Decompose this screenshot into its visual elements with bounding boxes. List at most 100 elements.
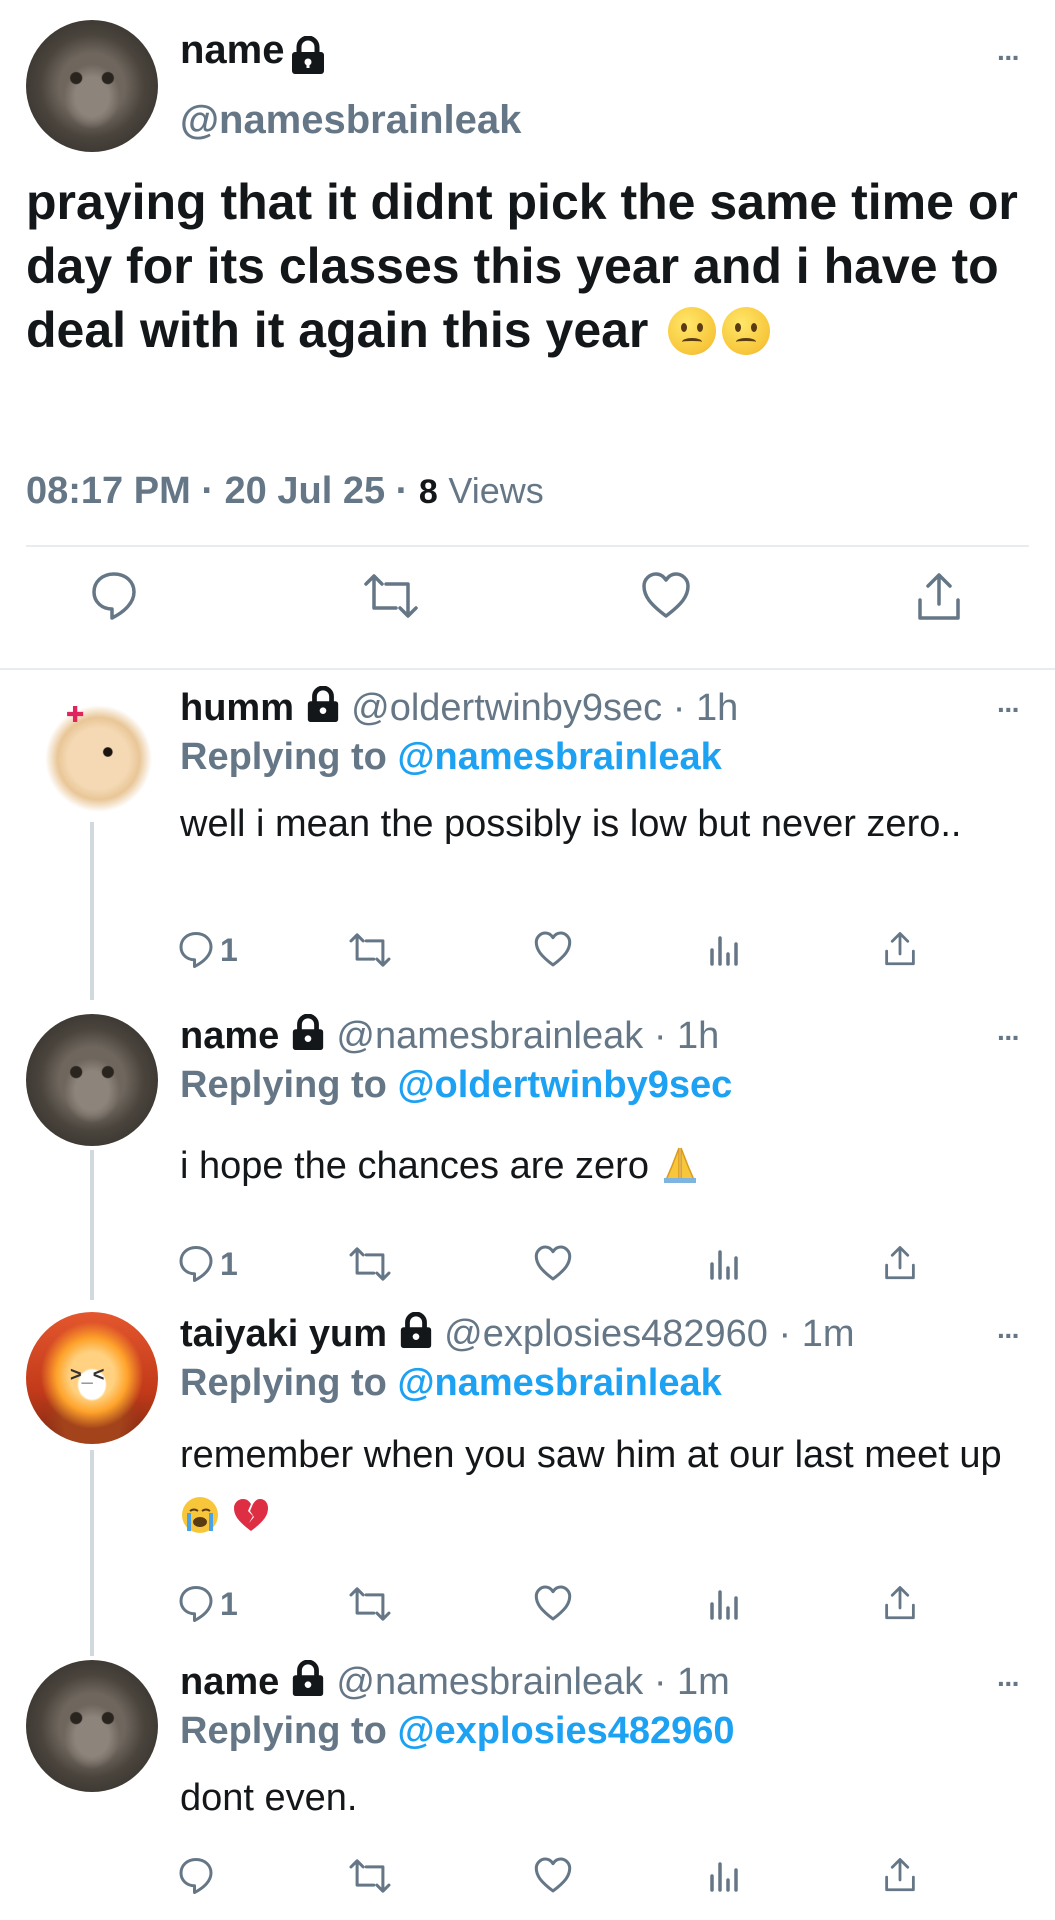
retweet-icon[interactable] [348, 1584, 392, 1624]
reply-author-name[interactable]: taiyaki yum [180, 1313, 387, 1355]
reply-author-handle[interactable]: @oldertwinby9sec [351, 687, 662, 729]
replying-to-handle-link[interactable]: @namesbrainleak [397, 1362, 721, 1404]
loudly-crying-face-emoji-icon [180, 1492, 220, 1533]
reply-icon[interactable] [90, 570, 138, 627]
tweet-time: 08:17 PM [26, 470, 191, 512]
lock-icon [398, 1311, 434, 1360]
reply-icon [179, 932, 213, 968]
reply-age: · 1h [653, 1015, 720, 1058]
cat-avatar[interactable] [26, 1660, 158, 1792]
share-icon[interactable] [883, 1856, 917, 1894]
replying-to-handle-link[interactable]: @oldertwinby9sec [397, 1064, 732, 1106]
share-icon[interactable] [883, 930, 917, 968]
reply-author-handle[interactable]: @explosies482960 [444, 1313, 768, 1355]
reply-button[interactable]: 1 [178, 1244, 238, 1284]
slightly-frowning-face-emoji-icon [668, 307, 717, 355]
cat-avatar[interactable] [26, 1014, 158, 1146]
reply-tweet[interactable]: >_< taiyaki yum @explosies482960 · 1m ··… [0, 1311, 1055, 1632]
more-icon[interactable]: ··· [997, 1022, 1021, 1054]
reply-author-handle[interactable]: @namesbrainleak [336, 1015, 643, 1057]
reply-count: 1 [220, 1585, 238, 1622]
lock-icon [290, 1659, 326, 1708]
reply-tweet[interactable]: name @namesbrainleak · 1h ··· Replying t… [0, 1013, 1055, 1294]
author-avatar[interactable] [26, 20, 158, 152]
reply-tweet[interactable]: name @namesbrainleak · 1m ··· Replying t… [0, 1659, 1055, 1920]
tweet-text: praying that it didnt pick the same time… [26, 170, 1026, 362]
replying-to-label: Replying to [180, 736, 387, 778]
views-icon[interactable] [708, 1856, 740, 1892]
replying-to: Replying to @namesbrainleak [180, 1362, 722, 1405]
reply-actions: 1 [178, 1584, 928, 1632]
retweet-icon[interactable] [362, 570, 420, 627]
slightly-frowning-face-emoji-icon [722, 307, 771, 355]
replying-to-label: Replying to [180, 1362, 387, 1404]
views-icon[interactable] [708, 1584, 740, 1620]
more-icon[interactable]: ··· [997, 694, 1021, 726]
tweet-date: 20 Jul 25 [224, 470, 386, 512]
reply-age: · 1h [672, 687, 739, 730]
reply-author-name[interactable]: name [180, 1015, 279, 1057]
reply-tweet[interactable]: ✚ humm @oldertwinby9sec · 1h ··· Replyin… [0, 685, 1055, 986]
reply-button[interactable]: 1 [178, 930, 238, 970]
reply-text-content: remember when you saw him at our last me… [180, 1434, 1002, 1476]
anger-symbol-icon: ✚ [66, 702, 85, 727]
angry-face-icon: >_< [70, 1364, 105, 1386]
reply-text: well i mean the possibly is low but neve… [180, 803, 962, 845]
replying-to-handle-link[interactable]: @namesbrainleak [397, 736, 721, 778]
retweet-icon[interactable] [348, 1856, 392, 1896]
divider [0, 668, 1055, 670]
reply-button[interactable]: 1 [178, 1584, 238, 1624]
author-handle[interactable]: @namesbrainleak [180, 98, 521, 143]
reply-header: humm @oldertwinby9sec · 1h [180, 685, 739, 734]
reply-button[interactable] [178, 1856, 220, 1896]
reply-count: 1 [220, 1245, 238, 1282]
reply-actions [178, 1856, 928, 1904]
more-icon[interactable]: ··· [997, 42, 1021, 74]
reply-age: · 1m [778, 1313, 855, 1356]
main-tweet: name ··· @namesbrainleak praying that it… [0, 0, 1055, 668]
share-icon[interactable] [883, 1244, 917, 1282]
explosion-avatar[interactable]: >_< [26, 1312, 158, 1444]
heart-icon[interactable] [533, 1584, 573, 1622]
share-icon[interactable] [883, 1584, 917, 1622]
bunny-avatar[interactable]: ✚ [26, 686, 158, 818]
folded-hands-emoji-icon [660, 1144, 700, 1184]
views-label: Views [448, 470, 544, 511]
reply-author-name[interactable]: name [180, 1661, 279, 1703]
reply-actions: 1 [178, 1244, 928, 1292]
views-count: 8 [418, 473, 438, 511]
heart-icon[interactable] [533, 1856, 573, 1894]
author-name-row: name [180, 28, 327, 81]
retweet-icon[interactable] [348, 930, 392, 970]
replying-to: Replying to @explosies482960 [180, 1710, 735, 1753]
heart-icon[interactable] [640, 570, 692, 625]
reply-icon [179, 1246, 213, 1282]
divider [26, 545, 1029, 547]
author-name[interactable]: name [180, 28, 285, 72]
more-icon[interactable]: ··· [997, 1668, 1021, 1700]
lock-icon [289, 35, 327, 81]
views-icon[interactable] [708, 930, 740, 966]
tweet-timestamp: 08:17 PM · 20 Jul 25 · 8 Views [26, 470, 544, 513]
more-icon[interactable]: ··· [997, 1320, 1021, 1352]
heart-icon[interactable] [533, 930, 573, 968]
reply-age: · 1m [653, 1661, 730, 1704]
retweet-icon[interactable] [348, 1244, 392, 1284]
share-icon[interactable] [915, 570, 963, 629]
heart-icon[interactable] [533, 1244, 573, 1282]
reply-header: taiyaki yum @explosies482960 · 1m [180, 1311, 855, 1360]
tweet-text-content: praying that it didnt pick the same time… [26, 174, 1018, 358]
lock-icon [290, 1013, 326, 1062]
replying-to-label: Replying to [180, 1064, 387, 1106]
tweet-actions [0, 570, 1055, 640]
views-icon[interactable] [708, 1244, 740, 1280]
replying-to-handle-link[interactable]: @explosies482960 [397, 1710, 734, 1752]
reply-author-handle[interactable]: @namesbrainleak [336, 1661, 643, 1703]
reply-author-name[interactable]: humm [180, 687, 294, 729]
reply-header: name @namesbrainleak · 1m [180, 1659, 730, 1708]
separator-dot: · [395, 470, 409, 512]
replying-to-label: Replying to [180, 1710, 387, 1752]
reply-actions: 1 [178, 930, 928, 978]
replying-to: Replying to @namesbrainleak [180, 736, 722, 779]
reply-text: remember when you saw him at our last me… [180, 1424, 1020, 1548]
